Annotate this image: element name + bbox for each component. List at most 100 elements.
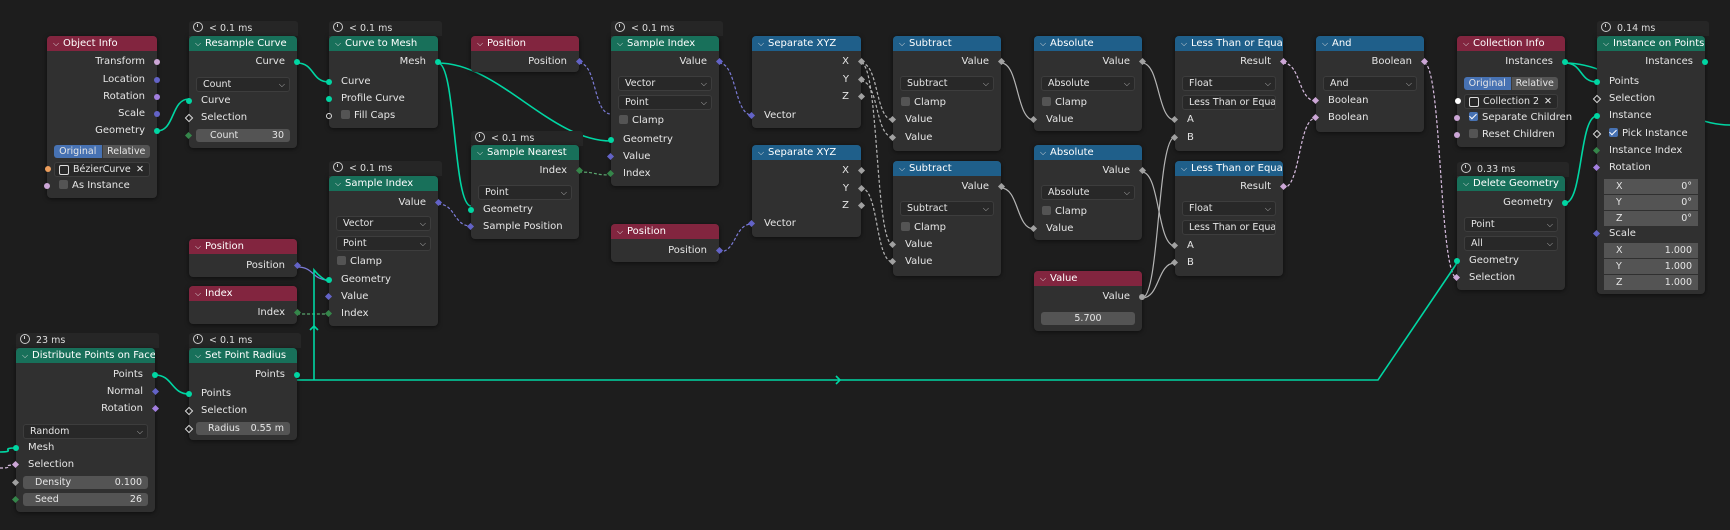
socket-icon[interactable]: [1138, 166, 1147, 175]
socket-icon[interactable]: [152, 372, 158, 378]
checkbox[interactable]: [1042, 97, 1051, 106]
domain-dropdown[interactable]: Point ⌵: [618, 95, 712, 110]
socket-icon[interactable]: [857, 75, 866, 84]
checkbox[interactable]: [1469, 112, 1478, 121]
scale-z-field[interactable]: Z 1.000: [1604, 275, 1698, 290]
input-separate-children[interactable]: Separate Children: [1454, 110, 1572, 126]
input-pick-instance[interactable]: Pick Instance: [1592, 126, 1705, 142]
socket-icon[interactable]: [293, 308, 302, 317]
node-compare[interactable]: ⌵ Less Than or Equal Result Float ⌵ Less T…: [1170, 161, 1288, 276]
socket-icon[interactable]: [186, 391, 192, 397]
socket-icon[interactable]: [11, 460, 20, 469]
socket-icon[interactable]: [1702, 59, 1708, 65]
value-field[interactable]: 5.700: [1041, 312, 1135, 325]
socket-icon[interactable]: [857, 201, 866, 210]
collapse-chevron-icon[interactable]: ⌵: [617, 36, 627, 51]
socket-icon[interactable]: [1454, 132, 1460, 138]
node-header[interactable]: ⌵ Subtract: [893, 36, 1001, 51]
node-delete-geometry[interactable]: ⌵ Delete Geometry Geometry Point ⌵ All ⌵ Ge…: [1452, 176, 1568, 290]
collapse-chevron-icon[interactable]: ⌵: [1040, 36, 1050, 51]
node-header[interactable]: ⌵ Sample Index: [611, 36, 719, 51]
node-absolute[interactable]: ⌵ Absolute Value Absolute ⌵ Clamp Value: [1029, 36, 1147, 131]
domain-dropdown[interactable]: Point ⌵: [336, 236, 431, 251]
node-header[interactable]: ⌵ Instance on Points: [1597, 36, 1705, 51]
collapse-chevron-icon[interactable]: ⌵: [1322, 36, 1332, 51]
socket-icon[interactable]: [1170, 258, 1179, 267]
clamp-toggle[interactable]: Clamp: [1034, 204, 1142, 220]
data-type-dropdown[interactable]: Float ⌵: [1182, 76, 1276, 91]
scale-x-field[interactable]: X 1.000: [1604, 243, 1698, 258]
socket-icon[interactable]: [747, 219, 756, 228]
socket-icon[interactable]: [715, 57, 724, 66]
clamp-toggle[interactable]: Clamp: [893, 95, 1001, 111]
socket-icon[interactable]: [326, 79, 332, 85]
socket-icon[interactable]: [888, 133, 897, 142]
collapse-chevron-icon[interactable]: ⌵: [477, 36, 487, 51]
collapse-chevron-icon[interactable]: ⌵: [899, 161, 909, 176]
socket-icon[interactable]: [1592, 146, 1601, 155]
checkbox[interactable]: [1469, 129, 1478, 138]
node-header[interactable]: ⌵ Position: [471, 36, 579, 51]
collapse-chevron-icon[interactable]: ⌵: [1181, 161, 1191, 176]
socket-icon[interactable]: [715, 246, 724, 255]
socket-icon[interactable]: [326, 277, 332, 283]
socket-icon[interactable]: [154, 59, 160, 65]
clamp-toggle[interactable]: Clamp: [611, 113, 719, 129]
distribute-method-dropdown[interactable]: Random ⌵: [23, 424, 148, 439]
clamp-toggle[interactable]: Clamp: [893, 220, 1001, 236]
collapse-chevron-icon[interactable]: ⌵: [899, 36, 909, 51]
socket-icon[interactable]: [1311, 96, 1320, 105]
data-type-dropdown[interactable]: Float ⌵: [1182, 201, 1276, 216]
collapse-chevron-icon[interactable]: ⌵: [1603, 36, 1613, 51]
node-header[interactable]: ⌵ Index: [189, 286, 297, 301]
socket-icon[interactable]: [1562, 59, 1568, 65]
socket-icon[interactable]: [1592, 163, 1601, 172]
socket-icon[interactable]: [1454, 258, 1460, 264]
checkbox[interactable]: [1042, 206, 1051, 215]
socket-icon[interactable]: [606, 152, 615, 161]
socket-icon[interactable]: [326, 113, 332, 119]
socket-icon[interactable]: [575, 166, 584, 175]
input-fill-caps[interactable]: Fill Caps: [326, 108, 438, 124]
socket-icon[interactable]: [1138, 57, 1147, 66]
node-compare[interactable]: ⌵ Less Than or Equal Result Float ⌵ Less T…: [1170, 36, 1288, 151]
collapse-chevron-icon[interactable]: ⌵: [1040, 145, 1050, 160]
node-header[interactable]: ⌵ And: [1316, 36, 1424, 51]
socket-icon[interactable]: [184, 131, 193, 140]
checkbox[interactable]: [901, 222, 910, 231]
node-header[interactable]: ⌵ Collection Info: [1457, 36, 1565, 51]
socket-icon[interactable]: [45, 166, 51, 172]
node-sample-index[interactable]: ⌵ Sample Index Value Vector ⌵ Point ⌵ Clamp…: [324, 176, 443, 326]
socket-icon[interactable]: [324, 309, 333, 318]
collapse-chevron-icon[interactable]: ⌵: [1463, 36, 1473, 51]
socket-icon[interactable]: [435, 59, 441, 65]
socket-icon[interactable]: [857, 57, 866, 66]
socket-icon[interactable]: [1592, 129, 1602, 139]
socket-icon[interactable]: [888, 240, 897, 249]
checkbox[interactable]: [619, 115, 628, 124]
node-subtract[interactable]: ⌵ Subtract Value Subtract ⌵ Clamp Value Va…: [888, 36, 1006, 151]
socket-icon[interactable]: [1029, 224, 1038, 233]
node-set-point-radius[interactable]: ⌵ Set Point Radius Points Points Selectio…: [184, 348, 300, 440]
operation-dropdown[interactable]: Less Than or Equal ⌵: [1182, 220, 1276, 235]
socket-icon[interactable]: [747, 111, 756, 120]
socket-icon[interactable]: [186, 98, 192, 104]
checkbox[interactable]: [337, 256, 346, 265]
socket-icon[interactable]: [294, 59, 300, 65]
node-instance-on-points[interactable]: ⌵ Instance on Points Instances Points Sel…: [1592, 36, 1708, 294]
mode-dropdown[interactable]: Count ⌵: [196, 77, 290, 92]
socket-icon[interactable]: [1170, 133, 1179, 142]
node-resample-curve[interactable]: ⌵ Resample Curve Curve Count ⌵ Curve Selec…: [184, 36, 300, 148]
collapse-chevron-icon[interactable]: ⌵: [1040, 271, 1050, 286]
node-header[interactable]: ⌵ Set Point Radius: [189, 348, 297, 363]
node-object-info[interactable]: ⌵ Object Info Transform Location Rotation…: [44, 36, 160, 198]
socket-icon[interactable]: [1279, 57, 1288, 66]
mode-dropdown[interactable]: All ⌵: [1464, 236, 1558, 251]
collapse-chevron-icon[interactable]: ⌵: [335, 176, 345, 191]
node-header[interactable]: ⌵ Delete Geometry: [1457, 176, 1565, 191]
clear-icon[interactable]: ✕: [1544, 95, 1552, 108]
collapse-chevron-icon[interactable]: ⌵: [195, 36, 205, 51]
node-editor-canvas[interactable]: ⌵ Object Info Transform Location Rotation…: [0, 0, 1730, 530]
node-position[interactable]: ⌵ Position Position: [471, 36, 584, 72]
operation-dropdown[interactable]: Subtract ⌵: [900, 201, 994, 216]
